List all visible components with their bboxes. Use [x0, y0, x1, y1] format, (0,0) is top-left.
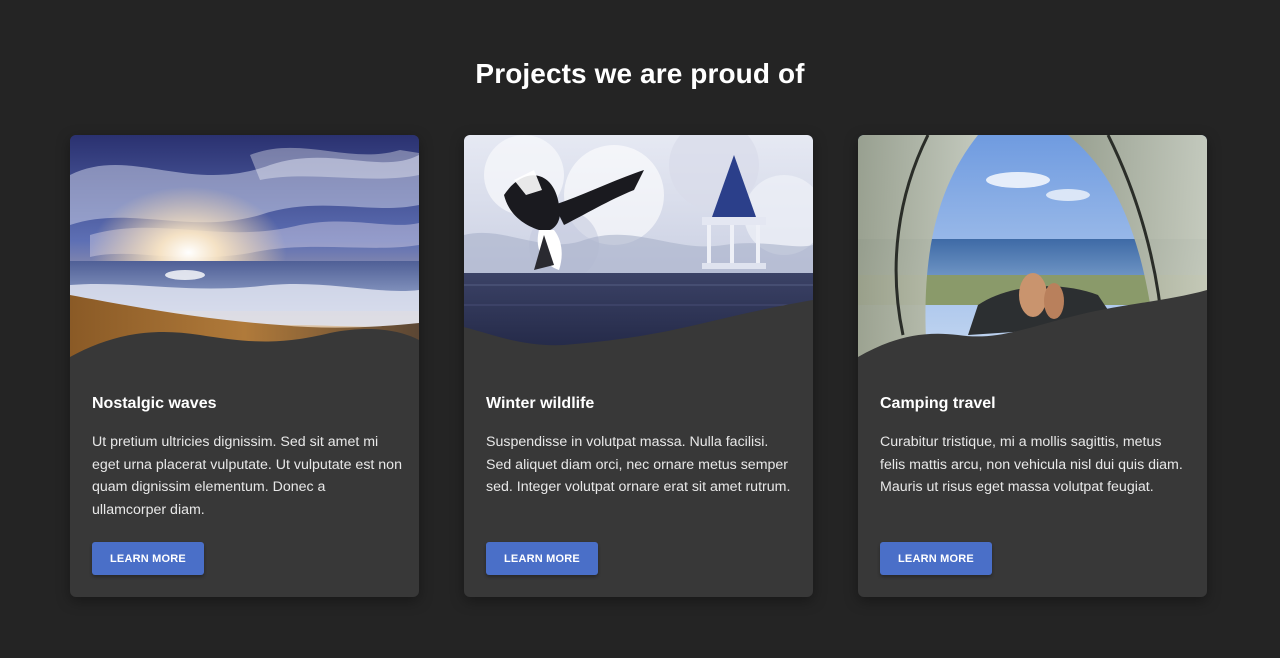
learn-more-button[interactable]: LEARN MORE	[880, 542, 992, 575]
learn-more-button[interactable]: LEARN MORE	[486, 542, 598, 575]
card-description: Curabitur tristique, mi a mollis sagitti…	[880, 434, 1183, 495]
snowy-lake-bird-image	[464, 135, 813, 370]
project-card: Camping travel Curabitur tristique, mi a…	[858, 135, 1207, 597]
cards-grid: Nostalgic waves Ut pretium ultricies dig…	[70, 135, 1207, 598]
section-title: Projects we are proud of	[475, 58, 805, 89]
card-title: Winter wildlife	[486, 395, 595, 412]
learn-more-button[interactable]: LEARN MORE	[92, 542, 204, 575]
card-title: Camping travel	[880, 395, 996, 412]
card-title: Nostalgic waves	[92, 395, 217, 412]
project-card: Winter wildlife Suspendisse in volutpat …	[464, 135, 813, 597]
beach-sunset-image	[70, 135, 419, 370]
tent-ocean-view-image	[858, 135, 1207, 370]
card-description: Suspendisse in volutpat massa. Nulla fac…	[486, 434, 791, 495]
project-card: Nostalgic waves Ut pretium ultricies dig…	[70, 135, 419, 597]
projects-section: Projects we are proud of Nostalgic waves…	[0, 0, 1280, 658]
card-description: Ut pretium ultricies dignissim. Sed sit …	[92, 434, 402, 518]
